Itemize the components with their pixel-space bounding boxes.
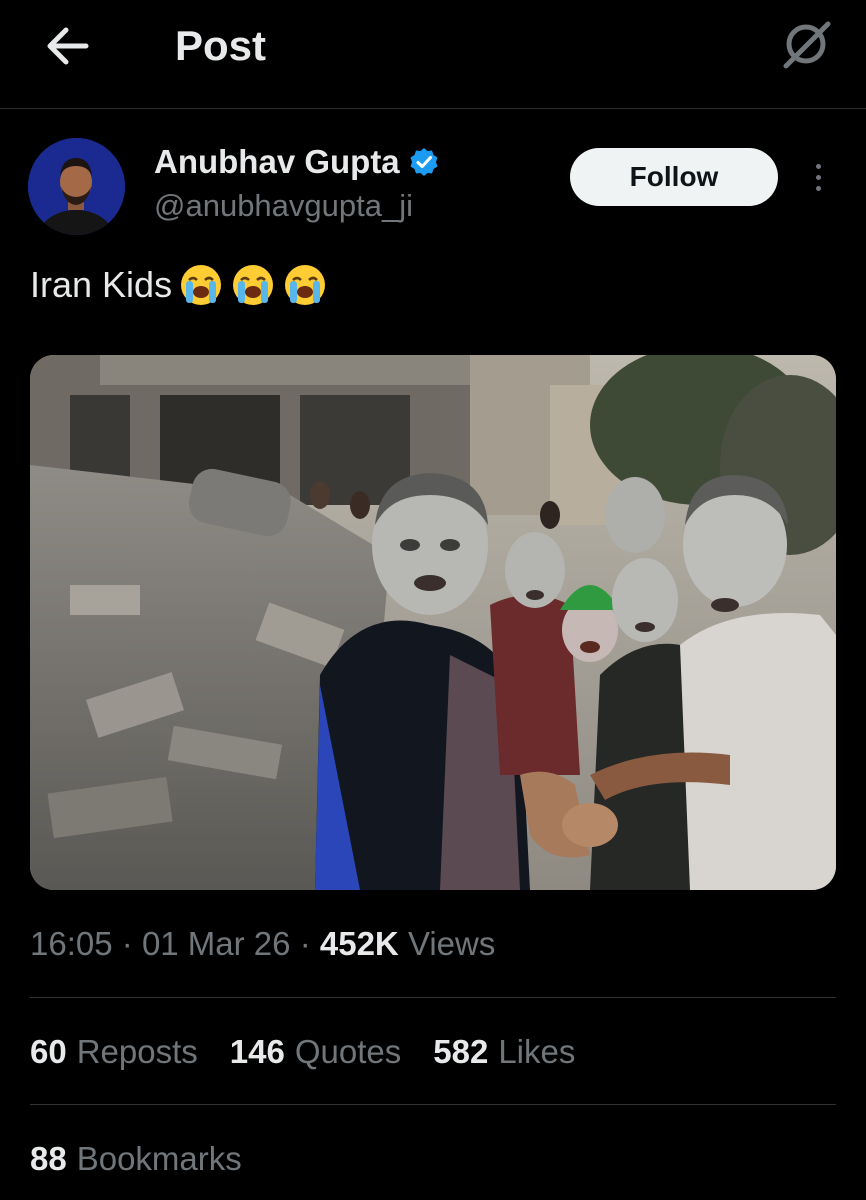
avatar[interactable] [28,138,125,235]
rubble-scene-image [30,355,836,890]
likes-stat[interactable]: 582 Likes [433,1033,575,1071]
bookmarks-count: 88 [30,1140,67,1177]
display-name[interactable]: Anubhav Gupta [154,143,400,181]
page-title: Post [175,22,267,69]
arrow-left-icon [47,27,89,65]
loudly-crying-face-icon [285,265,326,305]
follow-button[interactable]: Follow [570,148,778,206]
bookmarks-label: Bookmarks [76,1140,242,1177]
tweet-text-content: Iran Kids [30,264,173,305]
views-label: Views [407,925,496,962]
grok-icon [783,21,831,69]
likes-label: Likes [498,1033,576,1070]
post-date[interactable]: 01 Mar 26 [142,925,291,962]
author-name-row[interactable]: Anubhav Gupta [154,143,440,181]
quotes-label: Quotes [294,1033,402,1070]
top-bar: Post [0,0,866,109]
tweet-text: Iran Kids [30,262,328,308]
reposts-stat[interactable]: 60 Reposts [30,1033,198,1071]
quotes-stat[interactable]: 146 Quotes [230,1033,401,1071]
bookmarks-stat[interactable]: 88 Bookmarks [30,1140,242,1178]
separator: · [121,925,133,962]
post-image[interactable] [30,355,836,890]
loudly-crying-face-icon [233,265,274,305]
post-meta: 16:05 · 01 Mar 26 · 452K Views [30,925,495,963]
loudly-crying-face-icon [181,265,222,305]
engagement-stats: 60 Reposts 146 Quotes 582 Likes [30,1033,575,1071]
more-options-button[interactable] [804,156,832,198]
avatar-image [28,138,125,235]
reposts-count: 60 [30,1033,67,1070]
post-time[interactable]: 16:05 [30,925,113,962]
reposts-label: Reposts [76,1033,198,1070]
more-dot-icon [815,163,821,169]
more-dot-icon [815,174,821,180]
quotes-count: 146 [229,1033,285,1070]
views-count: 452K [319,925,399,962]
likes-count: 582 [433,1033,489,1070]
back-button[interactable] [44,24,92,68]
verified-badge-icon [410,148,438,176]
grok-button[interactable] [776,14,836,74]
divider [30,997,836,998]
author-handle[interactable]: @anubhavgupta_ji [154,188,413,224]
divider [30,1104,836,1105]
more-dot-icon [815,185,821,191]
separator: · [299,925,311,962]
